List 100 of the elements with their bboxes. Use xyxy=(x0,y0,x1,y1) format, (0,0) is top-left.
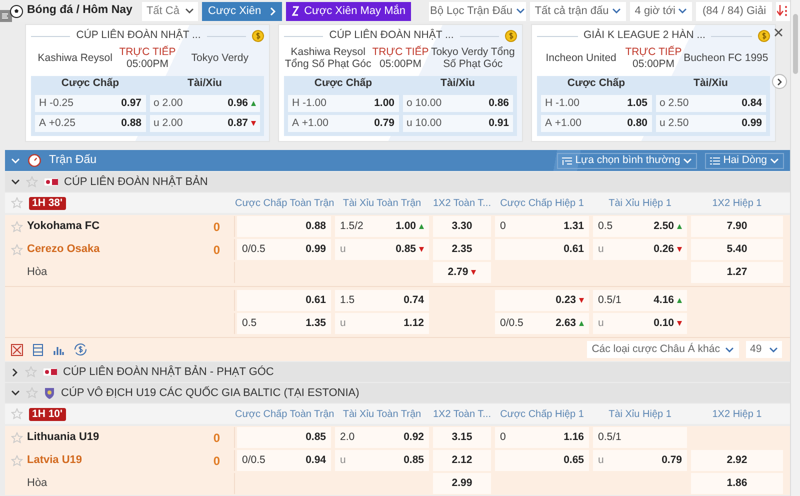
odds-button[interactable]: 0.5/1 xyxy=(593,427,687,448)
next-button[interactable] xyxy=(772,74,787,89)
team-name: Incheon United xyxy=(544,52,618,64)
star-icon[interactable] xyxy=(11,408,23,420)
odds-button[interactable]: u 2.50 0.99 xyxy=(656,115,766,132)
odds-button[interactable]: 0/0.5 0.94 xyxy=(237,450,331,471)
odds-button[interactable]: 0/0.5 2.63 xyxy=(495,313,589,334)
odds-button[interactable]: 2.35 xyxy=(433,239,491,260)
odds-heading: Cược Chấp xyxy=(566,76,626,92)
odds-button[interactable]: 2.99 xyxy=(433,473,491,494)
odds-button[interactable]: H -1.00 1.00 xyxy=(288,95,398,112)
view-dropdown[interactable]: Lựa chọn bình thường xyxy=(557,152,698,168)
odds-button[interactable]: 1.5 0.74 xyxy=(335,290,429,311)
odds-button[interactable]: 0.88 xyxy=(237,216,331,237)
star-icon[interactable] xyxy=(11,220,23,232)
odds-button[interactable]: u 0.85 xyxy=(335,239,429,260)
bar-chart-icon[interactable] xyxy=(53,344,64,354)
odds-button[interactable]: 0.61 xyxy=(237,290,331,311)
live-status: TRỰC TIẾP xyxy=(372,46,429,58)
league-row[interactable]: CÚP VÔ ĐỊCH U19 CÁC QUỐC GIA BALTIC (TẠI ESTONIA) xyxy=(5,383,790,403)
clock-icon xyxy=(28,154,41,167)
odds-button[interactable]: 1.86 xyxy=(691,473,783,494)
odds-heading: Tài/Xỉu xyxy=(186,76,223,92)
league-title: CÚP LIÊN ĐOÀN NHẬT ... xyxy=(76,28,201,44)
bet-type-dropdown[interactable]: Các loại cược Châu Á khác xyxy=(586,341,739,358)
odds-button[interactable]: 2.92 xyxy=(691,450,783,471)
count-dropdown[interactable]: 49 xyxy=(746,341,782,358)
odds-button[interactable]: H -1.00 1.05 xyxy=(541,95,652,112)
odds-button[interactable]: u 0.26 xyxy=(593,239,687,260)
odds-button[interactable]: 0.5 1.35 xyxy=(237,313,331,334)
odds-button[interactable]: 7.90 xyxy=(691,216,783,237)
column-header: 1X2 Hiệp 1 xyxy=(711,408,763,422)
league-count: (84 / 84) Giải xyxy=(696,2,772,20)
column-header: 1X2 Toàn T... xyxy=(432,196,492,210)
star-icon[interactable] xyxy=(26,176,38,188)
odds-button[interactable]: H -0.25 0.97 xyxy=(35,95,146,112)
parlay-button[interactable]: Cược Xiên xyxy=(202,2,282,20)
odds-button[interactable]: u 2.00 0.87 xyxy=(150,115,260,132)
odds-button[interactable]: 2.79 xyxy=(433,262,491,283)
scrollbar[interactable] xyxy=(790,0,800,496)
odds-button[interactable]: o 2.50 0.84 xyxy=(656,95,766,112)
column-header: 1X2 Toàn T... xyxy=(432,408,492,422)
odds-button[interactable]: 0/0.5 0.99 xyxy=(237,239,331,260)
odds-button[interactable]: 2.12 xyxy=(433,450,491,471)
odds-button[interactable]: 0 1.16 xyxy=(495,427,589,448)
chevron-down-icon xyxy=(612,8,621,14)
chevron-down-icon xyxy=(770,158,779,164)
grid-icon[interactable] xyxy=(11,344,23,356)
lucky-parlay-button[interactable]: Cược Xiên May Mắn xyxy=(286,2,412,20)
odds-button[interactable]: A +0.25 0.88 xyxy=(35,115,146,132)
star-icon[interactable] xyxy=(11,244,23,256)
column-header: Tài Xỉu Hiệp 1 xyxy=(608,196,672,210)
close-icon[interactable] xyxy=(774,28,783,37)
live-clock-badge: 1H 10' xyxy=(29,408,66,420)
odds-button[interactable]: u 10.00 0.91 xyxy=(402,115,513,132)
odds-button[interactable]: A +1.00 0.79 xyxy=(288,115,398,132)
column-header: 1X2 Hiệp 1 xyxy=(711,196,763,210)
odds-button[interactable]: o 10.00 0.86 xyxy=(402,95,513,112)
odds-button[interactable]: 0.65 xyxy=(495,450,589,471)
view-dropdown[interactable]: Hai Dòng xyxy=(705,152,784,168)
team-name: Cerezo Osaka xyxy=(27,242,100,258)
odds-button[interactable]: 2.0 0.92 xyxy=(335,427,429,448)
star-icon[interactable] xyxy=(25,366,37,378)
star-icon[interactable] xyxy=(11,197,23,209)
odds-button[interactable]: A +1.00 0.80 xyxy=(541,115,652,132)
chevron-down-icon xyxy=(516,8,525,14)
filter-dropdown[interactable]: Bộ Lọc Trận Đấu xyxy=(428,2,526,20)
market-select[interactable]: Tất Cả xyxy=(142,2,198,20)
column-header: Cược Chấp Hiệp 1 xyxy=(499,196,585,210)
coin-icon xyxy=(252,30,264,42)
list-icon[interactable] xyxy=(33,344,43,356)
odds-button[interactable]: 0 1.31 xyxy=(495,216,589,237)
odds-heading: Cược Chấp xyxy=(313,76,374,92)
odds-button[interactable]: 3.15 xyxy=(433,427,491,448)
odds-button[interactable]: 1.27 xyxy=(691,262,783,283)
odds-button[interactable]: u 1.12 xyxy=(335,313,429,334)
odds-button[interactable]: 0.61 xyxy=(495,239,589,260)
zigzag-icon xyxy=(292,6,300,16)
odds-button[interactable]: u 0.79 xyxy=(593,450,687,471)
odds-button[interactable]: o 2.00 0.96 xyxy=(150,95,260,112)
match-card[interactable]: CÚP LIÊN ĐOÀN NHẬT ... Kashiwa Reysol Tổng Số Phạt Góc TRỰC TIẾP 05:00PM Tokyo Verdy Tổng Số Phạt Góc Cược Chấp Tài/Xỉu H -1.00 1.00 o 10.00 0.86 A +1.00 0.79 u 10.00 0.91 xyxy=(278,24,523,142)
odds-button[interactable]: 0.23 xyxy=(495,290,589,311)
odds-button[interactable]: 5.40 xyxy=(691,239,783,260)
odds-button[interactable]: 0.85 xyxy=(237,427,331,448)
filter-dropdown[interactable]: 4 giờ tới xyxy=(630,2,692,20)
odds-button[interactable]: 0.5 2.50 xyxy=(593,216,687,237)
odds-button[interactable]: 1.5/2 1.00 xyxy=(335,216,429,237)
odds-button[interactable]: u 0.10 xyxy=(593,313,687,334)
filter-dropdown[interactable]: Tất cả trận đấu xyxy=(530,2,626,20)
coin-icon[interactable] xyxy=(74,343,87,356)
odds-button[interactable]: 0.5/1 4.16 xyxy=(593,290,687,311)
league-row[interactable]: CÚP LIÊN ĐOÀN NHẬT BẢN xyxy=(5,172,790,192)
star-icon[interactable] xyxy=(26,387,38,399)
odds-button[interactable]: u 0.85 xyxy=(335,450,429,471)
league-row[interactable]: CÚP LIÊN ĐOÀN NHẬT BẢN - PHẠT GÓC xyxy=(5,362,790,382)
star-icon[interactable] xyxy=(11,454,23,466)
star-icon[interactable] xyxy=(11,432,23,444)
column-header: Tài Xỉu Hiệp 1 xyxy=(608,408,672,422)
odds-button[interactable]: 3.30 xyxy=(433,216,491,237)
sort-button[interactable] xyxy=(776,2,790,20)
